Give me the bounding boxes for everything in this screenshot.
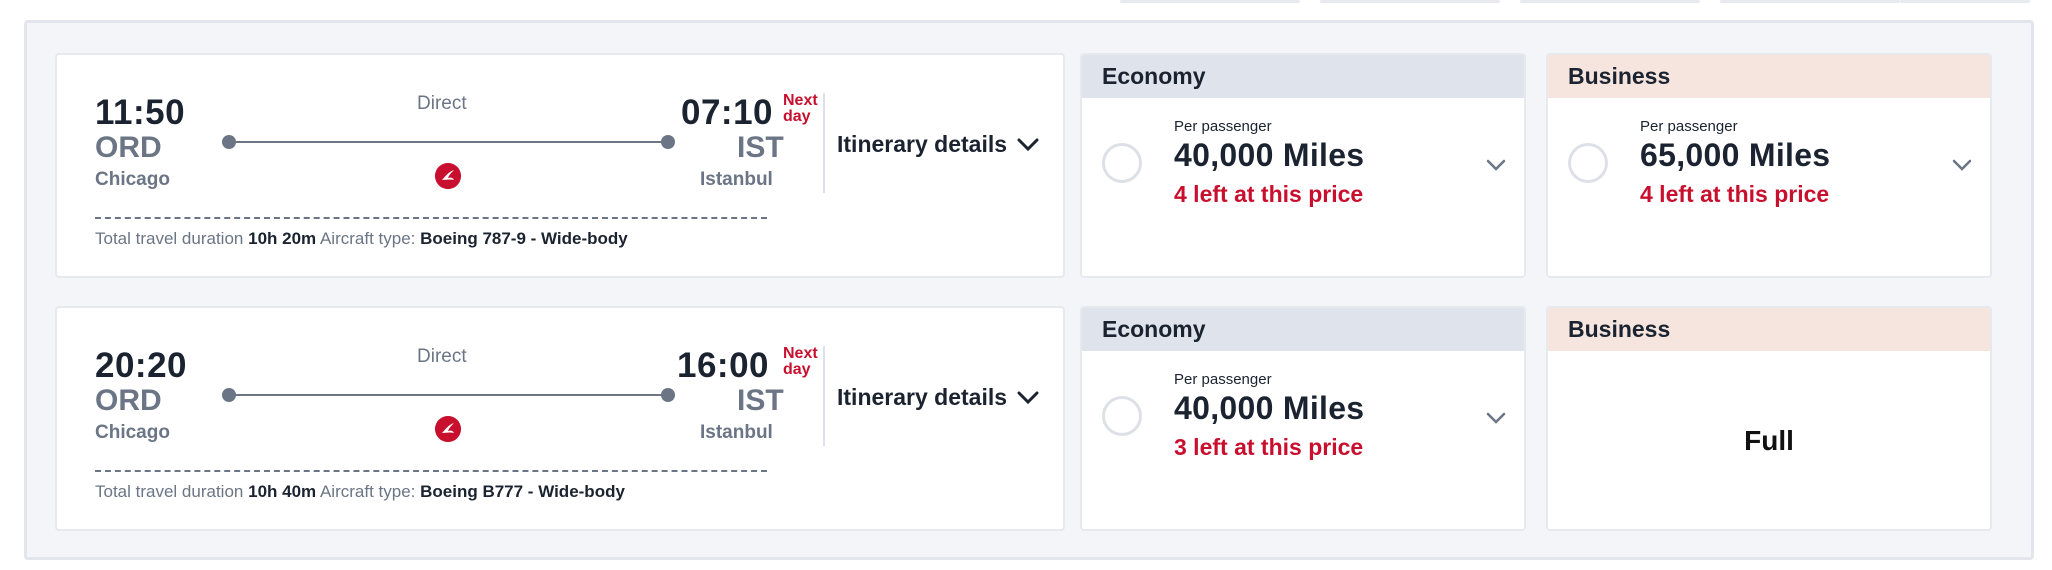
route-origin-dot (222, 388, 236, 402)
arrival-time: 07:10 (681, 93, 774, 132)
stops-label: Direct (417, 93, 467, 114)
flight-info: Total travel duration 10h 20m Aircraft t… (95, 229, 628, 249)
fare-miles: 65,000 Miles (1640, 137, 1831, 173)
chevron-down-icon[interactable] (1486, 159, 1506, 171)
seats-left: 4 left at this price (1640, 181, 1830, 207)
fare-class-title: Economy (1082, 308, 1524, 351)
flight-info: Total travel duration 10h 40m Aircraft t… (95, 482, 625, 502)
arrival-city: Istanbul (700, 422, 773, 443)
business-fare-card[interactable]: Business Per passenger 65,000 Miles 4 le… (1546, 53, 1992, 278)
economy-fare-card[interactable]: Economy Per passenger 40,000 Miles 3 lef… (1080, 306, 1526, 531)
duration-label: Total travel duration (95, 482, 244, 501)
chevron-down-icon[interactable] (1952, 159, 1972, 171)
itinerary-details-button[interactable]: Itinerary details (837, 384, 1039, 411)
divider (823, 93, 825, 193)
arrival-airport-code: IST (737, 384, 784, 417)
top-edge-shadow (0, 0, 2052, 4)
route-line (227, 141, 669, 143)
dashed-divider (95, 217, 767, 219)
route-line (227, 394, 669, 396)
route-destination-dot (661, 135, 675, 149)
per-passenger-label: Per passenger (1174, 118, 1272, 135)
fare-full-status: Full (1744, 425, 1794, 456)
itinerary-details-label: Itinerary details (837, 131, 1008, 157)
seats-left: 4 left at this price (1174, 181, 1364, 207)
duration-label: Total travel duration (95, 229, 244, 248)
departure-airport-code: ORD (95, 384, 162, 417)
fare-miles: 40,000 Miles (1174, 390, 1365, 426)
arrival-airport-code: IST (737, 131, 784, 164)
departure-airport-code: ORD (95, 131, 162, 164)
chevron-down-icon (1017, 391, 1039, 404)
next-day-badge: Next day (783, 346, 823, 378)
departure-time: 20:20 (95, 346, 188, 385)
radio-button-icon[interactable] (1568, 143, 1608, 183)
turkish-airlines-logo-icon (435, 416, 461, 442)
duration-value: 10h 20m (248, 229, 317, 248)
per-passenger-label: Per passenger (1640, 118, 1738, 135)
itinerary-details-label: Itinerary details (837, 384, 1008, 410)
divider (823, 346, 825, 446)
aircraft-value: Boeing 787-9 - Wide-body (420, 229, 628, 248)
departure-time: 11:50 (95, 93, 186, 132)
chevron-down-icon (1017, 138, 1039, 151)
route-destination-dot (661, 388, 675, 402)
dashed-divider (95, 470, 767, 472)
fare-miles: 40,000 Miles (1174, 137, 1365, 173)
next-day-badge: Next day (783, 93, 823, 125)
stops-label: Direct (417, 346, 467, 367)
fare-class-title: Business (1548, 308, 1990, 351)
aircraft-value: Boeing B777 - Wide-body (420, 482, 625, 501)
aircraft-label: Aircraft type: (319, 229, 416, 248)
chevron-down-icon[interactable] (1486, 412, 1506, 424)
flight-card: 11:50 ORD Chicago Direct 07:10 Next day … (55, 53, 1065, 278)
flight-row: 20:20 ORD Chicago Direct 16:00 Next day … (55, 306, 2003, 531)
arrival-time: 16:00 (677, 346, 770, 385)
duration-value: 10h 40m (248, 482, 317, 501)
per-passenger-label: Per passenger (1174, 371, 1272, 388)
flight-row: 11:50 ORD Chicago Direct 07:10 Next day … (55, 53, 2003, 278)
flight-card: 20:20 ORD Chicago Direct 16:00 Next day … (55, 306, 1065, 531)
radio-button-icon[interactable] (1102, 143, 1142, 183)
fare-class-title: Economy (1082, 55, 1524, 98)
turkish-airlines-logo-icon (435, 163, 461, 189)
departure-city: Chicago (95, 169, 170, 190)
economy-fare-card[interactable]: Economy Per passenger 40,000 Miles 4 lef… (1080, 53, 1526, 278)
departure-city: Chicago (95, 422, 170, 443)
seats-left: 3 left at this price (1174, 434, 1364, 460)
next-day-text: Next day (783, 92, 818, 125)
aircraft-label: Aircraft type: (319, 482, 416, 501)
arrival-city: Istanbul (700, 169, 773, 190)
radio-button-icon[interactable] (1102, 396, 1142, 436)
fare-class-title: Business (1548, 55, 1990, 98)
itinerary-details-button[interactable]: Itinerary details (837, 131, 1039, 158)
route-origin-dot (222, 135, 236, 149)
business-fare-card: Business Full (1546, 306, 1992, 531)
next-day-text: Next day (783, 345, 818, 378)
